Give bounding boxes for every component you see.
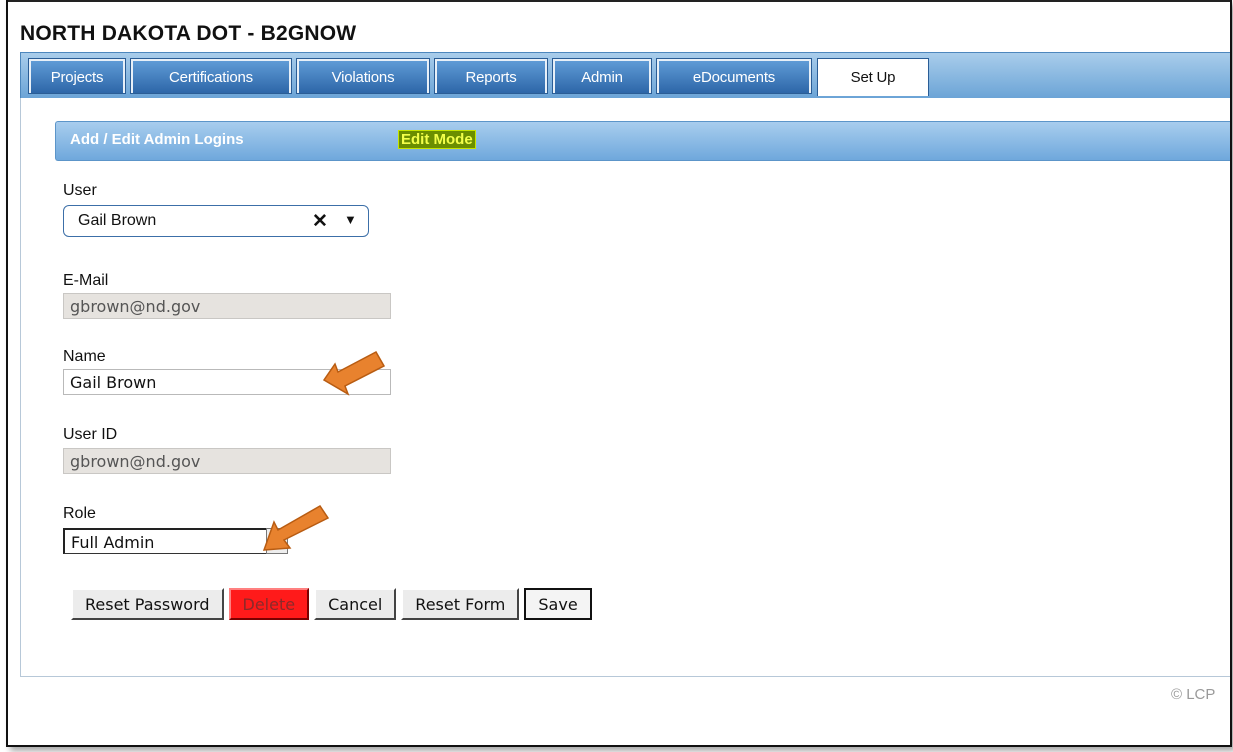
app-window: NORTH DAKOTA DOT - B2GNOW Projects Certi… [6, 0, 1232, 747]
role-select-value: Full Admin [71, 533, 155, 552]
clear-x-icon[interactable]: ✕ [312, 210, 328, 233]
tab-setup[interactable]: Set Up [817, 58, 929, 96]
cancel-button[interactable]: Cancel [314, 588, 397, 620]
role-label: Role [63, 505, 96, 522]
annotation-arrow-icon [262, 505, 330, 551]
section-title: Add / Edit Admin Logins [70, 131, 244, 148]
user-id-field: gbrown@nd.gov [63, 448, 391, 474]
user-label: User [63, 182, 97, 199]
user-select-value: Gail Brown [78, 212, 157, 229]
tab-edocuments[interactable]: eDocuments [656, 58, 812, 94]
tab-reports[interactable]: Reports [434, 58, 548, 94]
content-panel: Add / Edit Admin Logins Edit Mode User G… [20, 98, 1230, 677]
email-field: gbrown@nd.gov [63, 293, 391, 319]
user-select[interactable]: Gail Brown ✕ ▼ [63, 205, 369, 237]
tab-certifications[interactable]: Certifications [130, 58, 292, 94]
tab-admin[interactable]: Admin [552, 58, 652, 94]
button-row: Reset Password Delete Cancel Reset Form … [71, 588, 597, 620]
user-id-label: User ID [63, 426, 118, 443]
section-header: Add / Edit Admin Logins Edit Mode [55, 121, 1230, 161]
reset-password-button[interactable]: Reset Password [71, 588, 224, 620]
tab-projects[interactable]: Projects [28, 58, 126, 94]
dropdown-caret-icon[interactable]: ▼ [344, 212, 357, 227]
save-button[interactable]: Save [524, 588, 592, 620]
tab-list: Projects Certifications Violations Repor… [28, 58, 935, 96]
email-label: E-Mail [63, 272, 109, 289]
copyright-text: © LCP [1171, 686, 1216, 703]
window-top-border [8, 0, 1230, 2]
tab-bar: Projects Certifications Violations Repor… [20, 52, 1230, 101]
name-label: Name [63, 348, 106, 365]
reset-form-button[interactable]: Reset Form [401, 588, 520, 620]
app-title: NORTH DAKOTA DOT - B2GNOW [20, 22, 357, 45]
delete-button[interactable]: Delete [228, 588, 310, 620]
tab-violations[interactable]: Violations [296, 58, 430, 94]
annotation-arrow-icon [322, 350, 386, 396]
role-select[interactable]: Full Admin [63, 528, 288, 554]
edit-mode-badge: Edit Mode [398, 130, 476, 149]
